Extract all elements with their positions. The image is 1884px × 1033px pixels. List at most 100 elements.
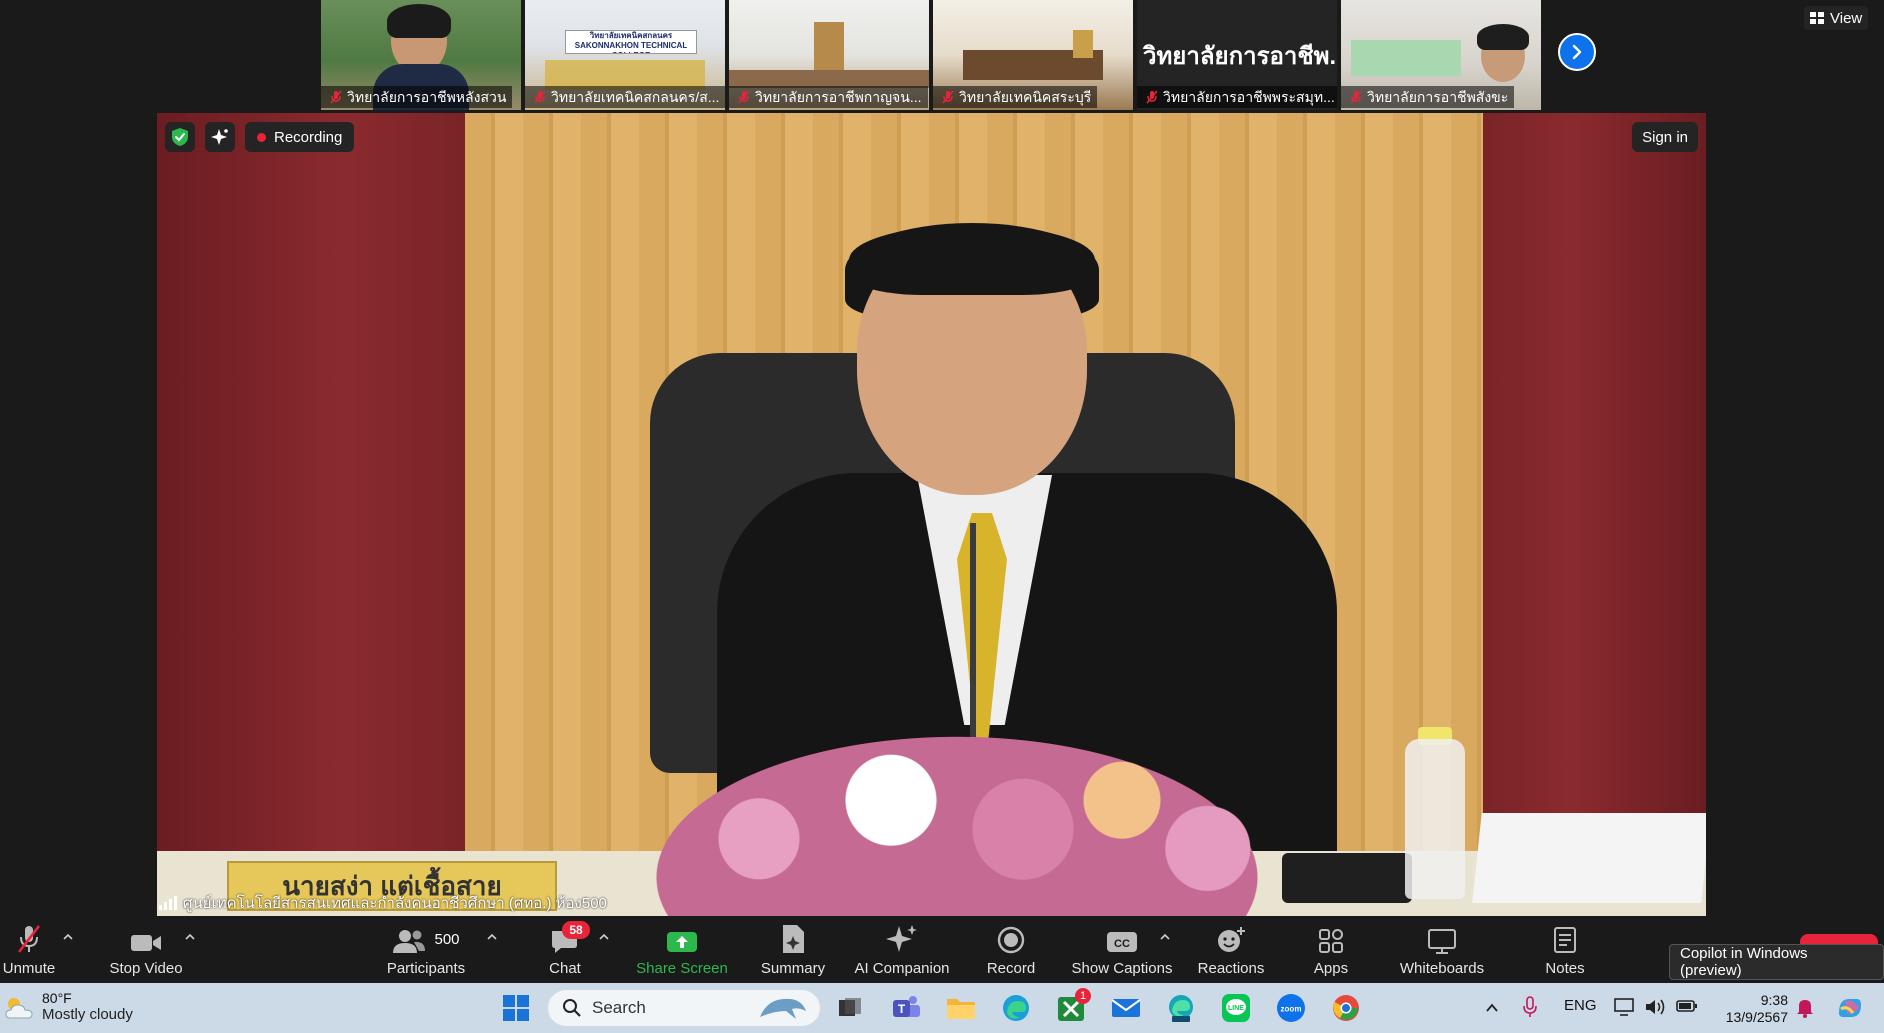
chevron-up-icon[interactable] [597,930,611,944]
chevron-right-icon [1572,44,1582,60]
mic-muted-icon [17,925,41,953]
edge-browser-app[interactable] [1000,992,1032,1024]
participant-thumbnail[interactable]: วิทยาลัยการอาชีพกาญจน... [729,0,929,110]
notification-bell-icon[interactable] [1796,996,1814,1018]
sparkle-icon [211,129,228,145]
notification-badge: 1 [1075,988,1091,1004]
participant-thumbnail[interactable]: วิทยาลัยการอาชีพสังขะ [1341,0,1541,110]
active-speaker-video[interactable]: นายสง่า แต่เชื้อสาย Recording Sign in ศู… [157,113,1706,916]
svg-text:zoom: zoom [1281,1005,1302,1014]
ai-companion-indicator-button[interactable] [205,122,235,152]
cloudy-weather-icon [5,997,33,1018]
whiteboards-button[interactable]: Whiteboards [1390,916,1494,983]
unmute-button[interactable]: Unmute [0,916,58,983]
mic-muted-icon [330,90,342,104]
stop-video-button[interactable]: Stop Video [104,916,188,983]
dolphin-icon [760,998,806,1019]
network-icon[interactable] [1614,998,1634,1016]
mail-app[interactable] [1110,992,1142,1024]
chrome-app[interactable] [1330,992,1362,1024]
chevron-up-icon[interactable] [183,930,197,944]
notes-button[interactable]: Notes [1530,916,1600,983]
closed-captions-icon: CC [1107,932,1137,952]
copilot-tooltip: Copilot in Windows (preview) [1669,944,1884,980]
apps-button[interactable]: Apps [1300,916,1362,983]
notes-icon [1554,927,1576,953]
participant-thumbnail[interactable]: วิทยาลัยเทคนิคสกลนคร SAKONNAKHON TECHNIC… [525,0,725,110]
search-icon [563,999,581,1017]
windows-logo-icon [503,995,529,1021]
next-page-button[interactable] [1558,33,1596,71]
participant-thumbnail[interactable]: วิทยาลัยเทคนิคสระบุรี [933,0,1133,110]
room-sign: วิทยาลัยเทคนิคสกลนคร SAKONNAKHON TECHNIC… [565,30,697,54]
summary-button[interactable]: Summary [753,916,833,983]
start-button[interactable] [500,992,532,1024]
chevron-up-icon[interactable] [485,930,499,944]
zoom-icon: zoom [1277,994,1305,1022]
chevron-up-icon[interactable] [61,930,75,944]
battery-icon[interactable] [1676,999,1698,1013]
participant-name-placeholder: วิทยาลัยการอาชีพ... [1143,43,1337,70]
record-icon [997,926,1025,954]
microphone-icon[interactable] [1522,996,1538,1018]
mail-icon [1111,999,1141,1017]
sign-in-button[interactable]: Sign in [1632,122,1698,152]
line-icon: LINE [1222,994,1250,1022]
view-button[interactable]: View [1804,6,1869,30]
mic-muted-icon [942,90,954,104]
unread-count-badge: 58 [562,921,590,939]
mic-muted-icon [738,90,750,104]
share-screen-button[interactable]: Share Screen [632,916,732,983]
thumbnail-label: วิทยาลัยเทคนิคสระบุรี [933,86,1098,108]
participant-thumbnail[interactable]: วิทยาลัยการอาชีพ... วิทยาลัยการอาชีพพระส… [1137,0,1337,110]
sparkle-icon [886,925,917,952]
thumbnail-label: วิทยาลัยเทคนิคสกลนคร/ส... [525,86,725,108]
edge-beta-app[interactable] [1165,992,1197,1024]
copilot-icon [1839,999,1861,1017]
thumbnail-label: วิทยาลัยการอาชีพกาญจน... [729,86,928,108]
svg-text:LINE: LINE [1228,1005,1244,1012]
participant-thumbnail[interactable]: วิทยาลัยการอาชีพหลังสวน [321,0,521,110]
summary-icon [783,925,804,953]
speaker-name-label: ศูนย์เทคโนโลยีสารสนเทศและกำลังคนอาชีวศึก… [159,893,607,913]
taskbar-search[interactable]: Search [548,990,820,1026]
water-bottle [1405,739,1465,899]
flower-arrangement [627,723,1287,916]
teams-app[interactable]: T [890,992,922,1024]
gallery-strip: วิทยาลัยการอาชีพหลังสวน วิทยาลัยเทคนิคสก… [0,0,1884,112]
ai-companion-button[interactable]: AI Companion [848,916,956,983]
chevron-up-icon[interactable] [1158,930,1172,944]
line-app[interactable]: LINE [1220,992,1252,1024]
folder-icon [947,999,975,1019]
shield-check-icon [172,128,188,146]
thumbnail-label: วิทยาลัยการอาชีพสังขะ [1341,86,1515,108]
language-indicator[interactable]: ENG [1564,997,1597,1014]
mic-muted-icon [1146,90,1158,104]
participants-button[interactable]: 500 Participants [380,916,472,983]
task-view-button[interactable] [834,992,866,1024]
participants-icon [393,930,426,953]
file-explorer-app[interactable] [945,992,977,1024]
volume-icon[interactable] [1644,998,1666,1016]
show-captions-button[interactable]: CC Show Captions [1066,916,1178,983]
copilot-button[interactable] [1834,992,1866,1024]
system-clock[interactable]: 9:38 13/9/2567 [1712,992,1788,1026]
chevron-up-icon[interactable] [1484,1000,1500,1016]
meeting-toolbar: Unmute Stop Video 500 Participants 58 Ch… [0,916,1884,983]
windows-taskbar: 80°F Mostly cloudy Search T 1 LINE zoom [0,983,1884,1033]
reactions-button[interactable]: Reactions [1190,916,1272,983]
chat-button[interactable]: 58 Chat [540,916,590,983]
recording-indicator[interactable]: Recording [245,122,355,152]
whiteboard-icon [1428,929,1456,954]
edge-beta-icon [1169,995,1193,1022]
thumbnail-label: วิทยาลัยการอาชีพหลังสวน [321,86,513,108]
zoom-app[interactable]: zoom [1275,992,1307,1024]
smiley-plus-icon [1218,927,1245,952]
record-button[interactable]: Record [976,916,1046,983]
xbox-app[interactable]: 1 [1055,988,1091,1024]
mic-muted-icon [1350,90,1362,104]
recording-dot-icon [257,132,266,142]
svg-text:T: T [898,1002,906,1016]
security-shield-button[interactable] [165,122,195,152]
weather-widget[interactable]: 80°F Mostly cloudy [4,990,133,1023]
